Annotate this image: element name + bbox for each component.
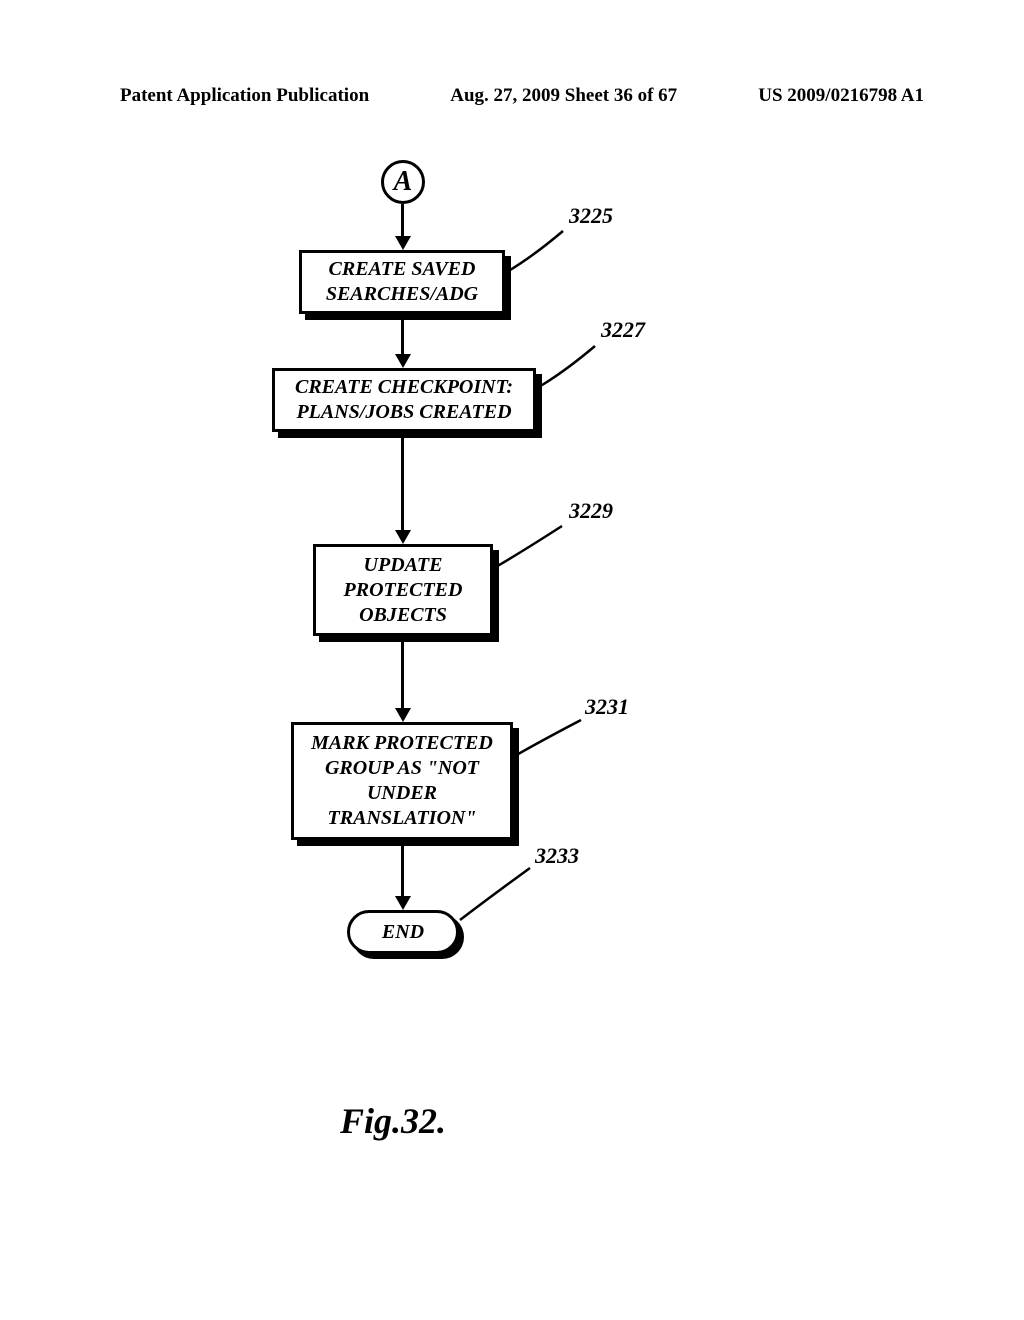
ref-label-3227: 3227	[601, 317, 645, 343]
arrowhead-icon	[395, 236, 411, 250]
arrow-line	[401, 320, 404, 358]
arrowhead-icon	[395, 354, 411, 368]
arrow-line	[401, 204, 404, 240]
ref-curve	[456, 860, 546, 928]
arrow-line	[401, 642, 404, 712]
process-text: CREATE CHECKPOINT: PLANS/JOBS CREATED	[285, 375, 523, 425]
process-text: MARK PROTECTED GROUP AS "NOT UNDER TRANS…	[304, 731, 500, 831]
process-create-checkpoint: CREATE CHECKPOINT: PLANS/JOBS CREATED	[272, 368, 536, 432]
process-text: UPDATE PROTECTED OBJECTS	[326, 553, 480, 628]
ref-curve	[533, 338, 613, 398]
process-text: CREATE SAVED SEARCHES/ADG	[312, 257, 492, 307]
terminator-text: END	[382, 921, 424, 944]
connector-a: A	[381, 160, 425, 204]
arrowhead-icon	[395, 530, 411, 544]
header-pub-number: US 2009/0216798 A1	[758, 85, 924, 107]
ref-label-3225: 3225	[569, 203, 613, 229]
arrow-line	[401, 438, 404, 534]
header-pub-type: Patent Application Publication	[120, 85, 369, 107]
arrowhead-icon	[395, 708, 411, 722]
ref-label-3229: 3229	[569, 498, 613, 524]
ref-label-3233: 3233	[535, 843, 579, 869]
connector-a-label: A	[394, 166, 413, 198]
ref-curve	[501, 223, 581, 283]
ref-label-3231: 3231	[585, 694, 629, 720]
figure-caption: Fig.32.	[340, 1100, 446, 1142]
arrow-line	[401, 846, 404, 900]
page-header: Patent Application Publication Aug. 27, …	[0, 85, 1024, 107]
ref-curve	[490, 518, 580, 578]
ref-curve	[509, 712, 599, 767]
header-date-sheet: Aug. 27, 2009 Sheet 36 of 67	[450, 85, 677, 107]
process-create-saved-searches: CREATE SAVED SEARCHES/ADG	[299, 250, 505, 314]
terminator-end: END	[347, 910, 459, 954]
process-update-protected-objects: UPDATE PROTECTED OBJECTS	[313, 544, 493, 636]
process-mark-protected-group: MARK PROTECTED GROUP AS "NOT UNDER TRANS…	[291, 722, 513, 840]
arrowhead-icon	[395, 896, 411, 910]
